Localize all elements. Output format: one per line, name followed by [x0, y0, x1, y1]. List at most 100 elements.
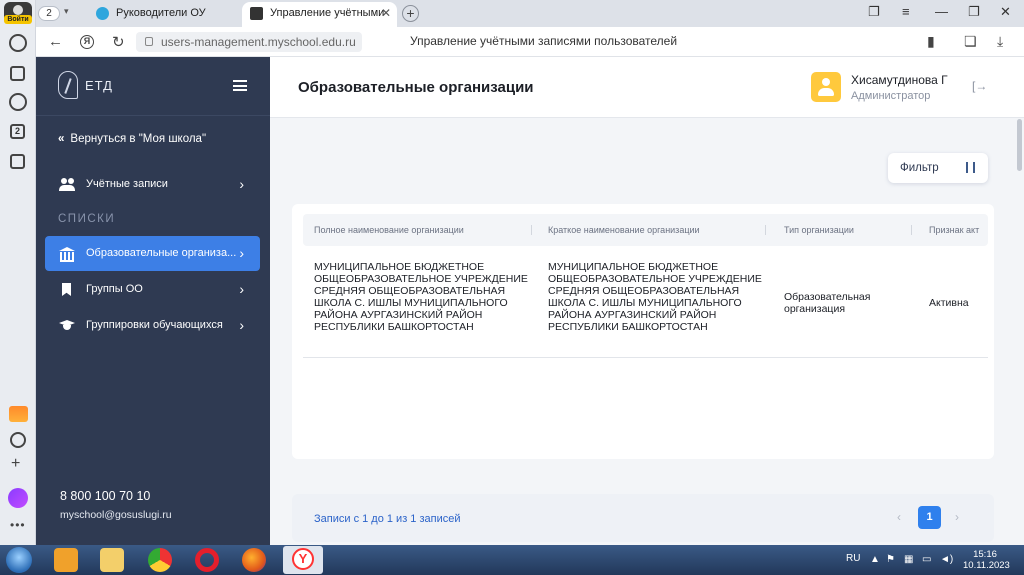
opera-icon[interactable]: [195, 548, 219, 572]
clock-date: 10.11.2023: [963, 560, 1010, 571]
sidebar-item-accounts[interactable]: Учётные записи ›: [45, 167, 260, 202]
extensions-icon[interactable]: ❏: [964, 33, 977, 50]
display-icon[interactable]: ▭: [922, 554, 931, 565]
sidebar-item-label: Образовательные организа...: [86, 247, 237, 259]
column-header-type[interactable]: Тип организации: [784, 214, 912, 246]
yandex-browser-taskbar-button[interactable]: Y: [283, 546, 323, 574]
table-header: Полное наименование организации Краткое …: [303, 214, 988, 246]
tab-users-management[interactable]: Управление учётными ✕: [242, 2, 397, 27]
sidebar-item-groups[interactable]: Группы ОО ›: [45, 272, 260, 307]
filter-label: Фильтр: [900, 162, 939, 174]
url-text: users-management.myschool.edu.ru: [161, 35, 356, 49]
alice-assistant-icon[interactable]: [8, 488, 28, 508]
yandex-browser-icon: Y: [292, 548, 314, 570]
chevron-down-icon[interactable]: ▾: [64, 6, 69, 17]
play-icon[interactable]: [9, 93, 27, 111]
organizations-table: Полное наименование организации Краткое …: [292, 204, 994, 459]
flag-icon[interactable]: ⚑: [886, 554, 895, 565]
login-label: Войти: [4, 15, 32, 24]
media-player-icon[interactable]: [54, 548, 78, 572]
divider: [36, 115, 270, 116]
more-icon[interactable]: •••: [10, 518, 26, 532]
telegram-icon: [96, 6, 109, 20]
support-email: myschool@gosuslugi.ru: [60, 509, 172, 521]
table-row[interactable]: МУНИЦИПАЛЬНОЕ БЮДЖЕТНОЕ ОБЩЕОБРАЗОВАТЕЛЬ…: [303, 248, 988, 358]
address-bar: ← Я ↻ users-management.myschool.edu.ru У…: [36, 27, 1024, 57]
language-indicator[interactable]: RU: [846, 553, 860, 564]
file-explorer-icon[interactable]: [100, 548, 124, 572]
next-page-chevron-icon[interactable]: ›: [955, 510, 959, 524]
hamburger-menu-icon[interactable]: [233, 80, 247, 91]
firefox-icon[interactable]: [242, 548, 266, 572]
page-title: Образовательные организации: [298, 79, 534, 96]
app-sidebar: ЕТД « Вернуться в "Моя школа" Учётные зап…: [36, 57, 270, 545]
cell-type: Образовательная организация: [784, 291, 871, 315]
records-summary: Записи с 1 до 1 из 1 записей: [314, 513, 461, 525]
sidebar-item-label: Группы ОО: [86, 283, 143, 295]
logo-text: ЕТД: [85, 78, 113, 93]
volume-icon[interactable]: ◄): [940, 554, 953, 565]
cell-status: Активна: [929, 297, 969, 309]
close-icon[interactable]: ✕: [381, 2, 391, 25]
column-header-short-name[interactable]: Краткое наименование организации: [548, 214, 766, 246]
sidebar-item-label: Учётные записи: [86, 178, 168, 190]
column-header-full-name[interactable]: Полное наименование организации: [314, 214, 532, 246]
cell-short-name: МУНИЦИПАЛЬНОЕ БЮДЖЕТНОЕ ОБЩЕОБРАЗОВАТЕЛЬ…: [548, 261, 762, 333]
sidebar-item-student-groupings[interactable]: Группировки обучающихся ›: [45, 308, 260, 343]
chrome-icon[interactable]: [148, 548, 172, 572]
graduation-cap-icon: [59, 319, 75, 332]
minimize-button[interactable]: —: [935, 4, 948, 19]
collections-icon[interactable]: [10, 66, 25, 81]
main-content: Образовательные организации Хисамутдинов…: [270, 57, 1024, 545]
download-icon[interactable]: ⤓: [997, 33, 1003, 50]
back-to-my-school-link[interactable]: « Вернуться в "Моя школа": [58, 133, 206, 145]
tray-arrow-icon[interactable]: ▲: [870, 554, 880, 565]
tab-count-badge[interactable]: 2: [38, 6, 60, 21]
bank-icon: [59, 247, 75, 262]
chevron-right-icon: ›: [239, 281, 244, 297]
start-button[interactable]: [6, 547, 32, 573]
logout-icon[interactable]: [→: [972, 79, 987, 93]
sidebar-item-organizations[interactable]: Образовательные организа... ›: [45, 236, 260, 271]
restore-button[interactable]: ❐: [968, 4, 980, 20]
bookmark-flag-icon: [59, 283, 75, 296]
user-role: Администратор: [851, 90, 931, 102]
sliders-icon: [966, 162, 975, 173]
back-label: Вернуться в "Моя школа": [70, 133, 207, 145]
avatar[interactable]: [811, 72, 841, 102]
bookmarks-panel-icon[interactable]: ❐: [868, 4, 880, 20]
lists-heading: СПИСКИ: [58, 213, 116, 225]
clock-time: 15:16: [973, 549, 997, 560]
taskbar: Y RU ▲ ⚑ ▦ ▭ ◄) 15:16 10.11.2023: [0, 545, 1024, 575]
filter-button[interactable]: Фильтр: [888, 153, 988, 183]
menu-icon[interactable]: ≡: [902, 4, 910, 19]
logo-icon: [58, 71, 78, 99]
reload-icon[interactable]: ↻: [112, 33, 125, 51]
bookmark-icon[interactable]: ▮: [927, 33, 935, 50]
close-window-button[interactable]: ✕: [1000, 4, 1011, 20]
user-icon: [13, 5, 23, 15]
screenshot-icon[interactable]: [10, 154, 25, 169]
music-icon[interactable]: [10, 432, 26, 448]
support-phone: 8 800 100 70 10: [60, 489, 151, 503]
network-icon[interactable]: ▦: [904, 554, 913, 565]
clock[interactable]: 15:16 10.11.2023: [963, 549, 1010, 571]
page-button-current[interactable]: 1: [918, 506, 941, 529]
yandex-icon[interactable]: Я: [80, 35, 94, 49]
tab-leaders[interactable]: Руководители ОУ: [96, 2, 236, 27]
prev-page-chevron-icon[interactable]: ‹: [897, 510, 901, 524]
login-button[interactable]: Войти: [4, 2, 32, 24]
vertical-scrollbar[interactable]: [1017, 119, 1022, 171]
chevron-right-icon: ›: [239, 317, 244, 333]
plus-icon[interactable]: +: [11, 455, 20, 473]
back-arrow-icon[interactable]: ←: [48, 33, 63, 50]
tab-title: Руководители ОУ: [116, 7, 206, 19]
tabs-counter-icon[interactable]: 2: [10, 124, 25, 139]
new-tab-button[interactable]: +: [402, 5, 419, 22]
table-footer: Записи с 1 до 1 из 1 записей ‹ 1 ›: [292, 494, 994, 542]
history-icon[interactable]: [9, 34, 27, 52]
column-header-status[interactable]: Признак акт: [929, 214, 988, 246]
cell-full-name: МУНИЦИПАЛЬНОЕ БЮДЖЕТНОЕ ОБЩЕОБРАЗОВАТЕЛЬ…: [314, 261, 528, 333]
url-field[interactable]: users-management.myschool.edu.ru: [136, 32, 362, 52]
mail-icon[interactable]: [9, 406, 28, 422]
